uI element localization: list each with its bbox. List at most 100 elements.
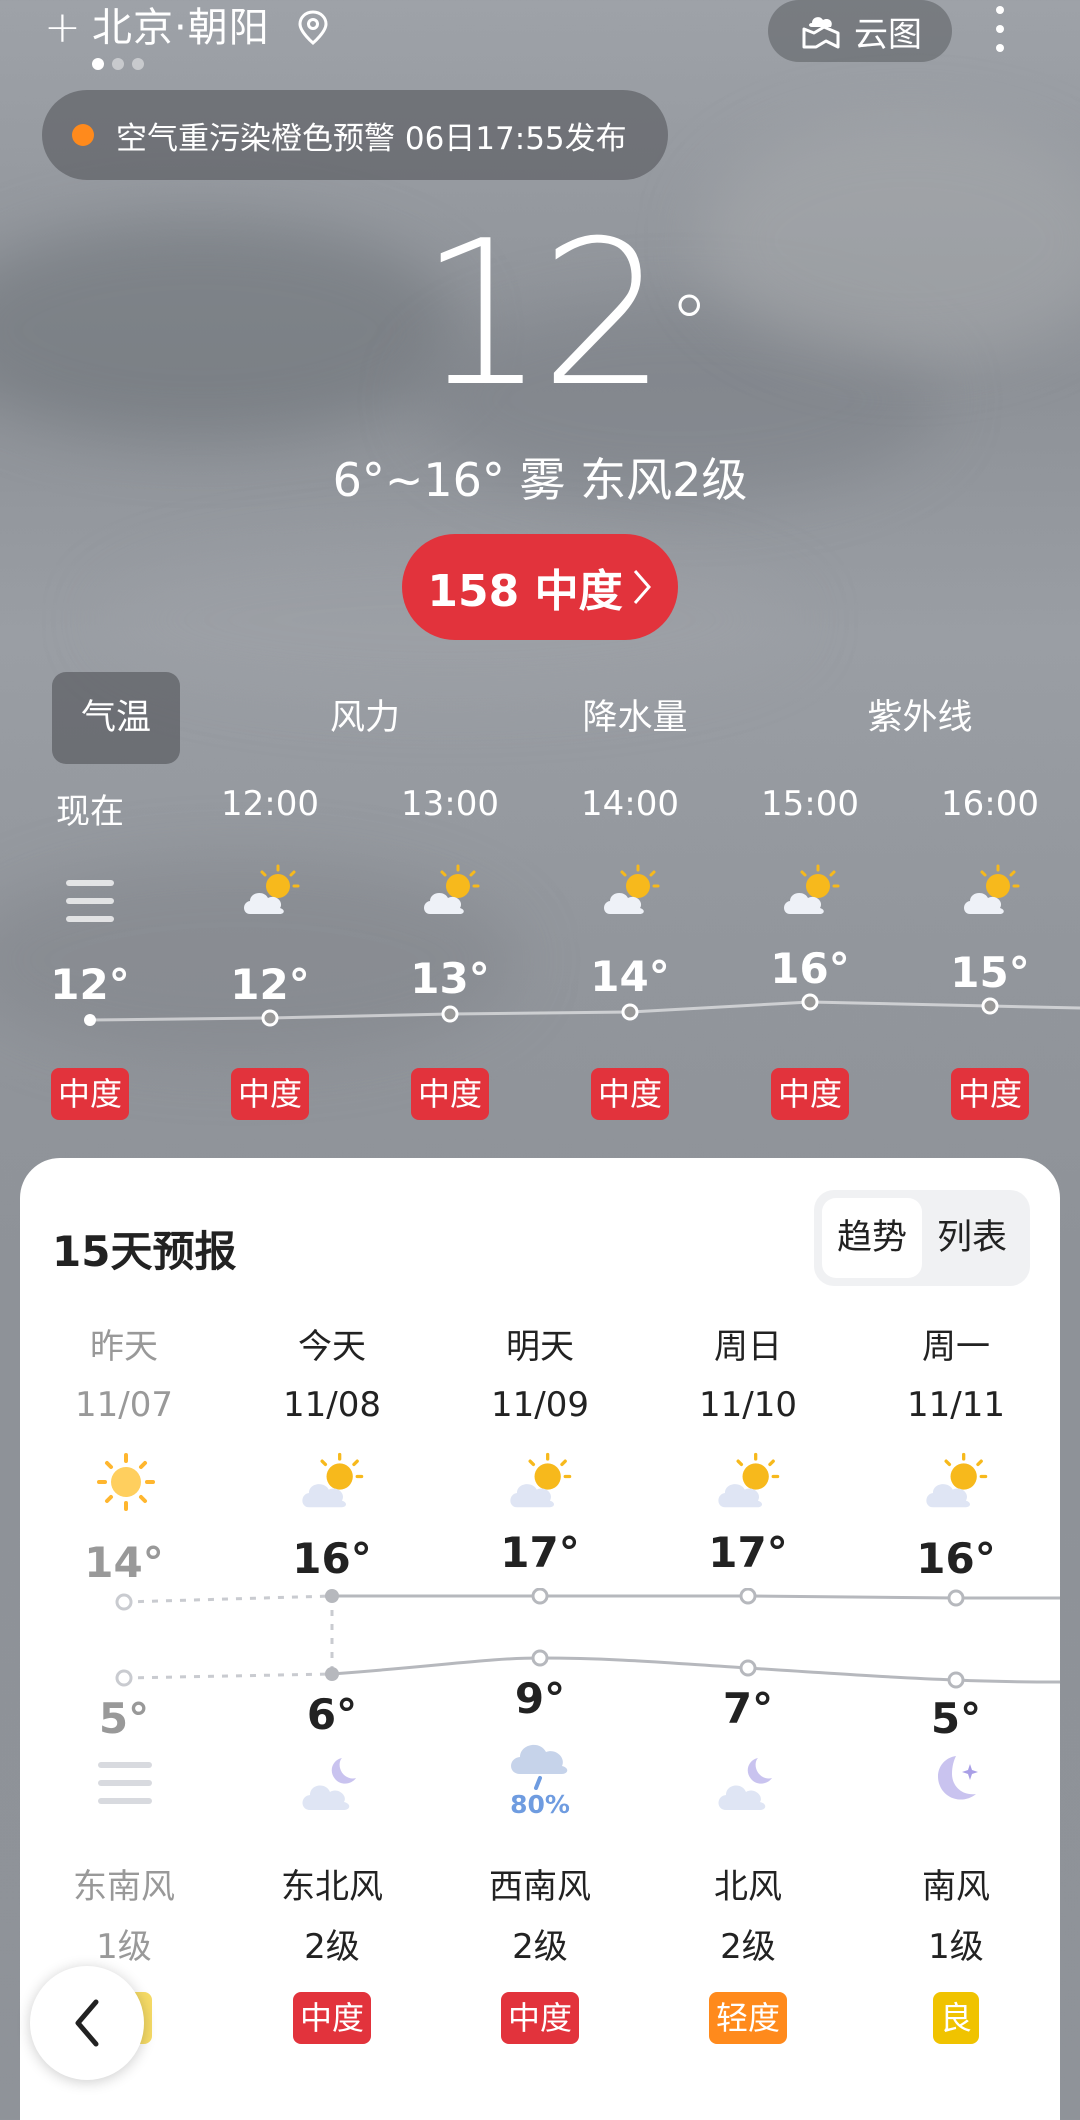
hour-time: 14:00	[581, 784, 679, 824]
cloud-map-icon	[802, 17, 840, 49]
hour-aqi-badge: 中度	[50, 1068, 129, 1120]
city-name[interactable]: 北京·朝阳	[92, 2, 270, 54]
fog-icon	[66, 880, 114, 922]
day-aqi-badge: 良	[932, 1992, 979, 2044]
hour-temp: 12°	[230, 960, 310, 1009]
day-date: 11/10	[699, 1385, 797, 1425]
wind-level: 2级	[304, 1927, 360, 1967]
hour-aqi-badge: 中度	[590, 1068, 669, 1120]
tab-uv[interactable]: 紫外线	[850, 672, 990, 764]
precip-probability: 80%	[510, 1790, 570, 1819]
day-date: 11/11	[907, 1385, 1005, 1425]
tab-precipitation[interactable]: 降水量	[560, 672, 710, 764]
hour-time: 12:00	[221, 784, 319, 824]
day-high-temp: 16°	[292, 1534, 372, 1583]
fog-icon	[98, 1762, 152, 1804]
hour-aqi-badge: 中度	[950, 1068, 1029, 1120]
rain-icon	[511, 1744, 568, 1790]
aqi-button[interactable]: 158 中度	[402, 534, 678, 640]
day-name: 今天	[298, 1327, 366, 1367]
view-toggle: 趋势 列表	[814, 1190, 1030, 1286]
partly-cloudy-icon	[302, 1452, 364, 1508]
partly-cloudy-icon	[604, 864, 660, 914]
hour-time: 现在	[56, 792, 124, 832]
day-name: 周日	[714, 1327, 782, 1367]
sunny-icon	[97, 1453, 155, 1511]
alert-text: 空气重污染橙色预警 06日17:55发布	[116, 120, 627, 157]
aqi-label: 158 中度	[427, 566, 623, 617]
day-name: 明天	[506, 1327, 574, 1367]
chevron-left-icon	[75, 1999, 99, 2047]
cloudy-night-icon	[302, 1758, 356, 1810]
day-aqi-badge: 中度	[500, 1992, 579, 2044]
hour-item: 14:00	[560, 784, 700, 824]
hour-item: 13:00	[380, 784, 520, 824]
day-column: 明天 11/09	[440, 1326, 640, 1426]
day-column: 周一 11/11	[856, 1326, 1056, 1426]
toggle-list[interactable]: 列表	[922, 1198, 1022, 1278]
forecast-card: 15天预报 趋势 列表 昨天 11/07 14° 5° 东南风 1级 今天 11…	[20, 1158, 1060, 2120]
hour-item: 16:00	[920, 784, 1060, 824]
hourly-tabs: 气温 风力 降水量 紫外线	[0, 672, 1080, 764]
tab-temperature[interactable]: 气温	[52, 672, 180, 764]
chevron-right-icon	[633, 570, 651, 604]
wind-direction: 南风	[922, 1867, 990, 1907]
hour-temp: 14°	[590, 952, 670, 1001]
add-city-button[interactable]: +	[44, 6, 81, 50]
hour-temp: 13°	[410, 954, 490, 1003]
day-column: 今天 11/08	[232, 1326, 432, 1426]
hour-item: 12:00	[200, 784, 340, 824]
hour-item: 15:00	[740, 784, 880, 824]
clear-night-icon	[937, 1756, 978, 1800]
wind-level: 2级	[720, 1927, 776, 1967]
day-name: 周一	[922, 1327, 990, 1367]
day-low-temp: 6°	[306, 1690, 358, 1739]
wind-level: 1级	[928, 1927, 984, 1967]
hour-temp: 16°	[770, 944, 850, 993]
day-date: 11/08	[283, 1385, 381, 1425]
partly-cloudy-icon	[784, 864, 840, 914]
day-low-temp: 5°	[930, 1694, 982, 1743]
top-bar: + 北京·朝阳 云图	[0, 0, 1080, 80]
cloud-map-button[interactable]: 云图	[768, 0, 952, 62]
hourly-temp-line	[84, 993, 1080, 1027]
hour-item: 现在	[20, 792, 160, 832]
hour-time: 15:00	[761, 784, 859, 824]
tab-wind[interactable]: 风力	[300, 672, 430, 764]
wind-level: 2级	[512, 1927, 568, 1967]
wind-level: 1级	[96, 1927, 152, 1967]
day-low-temp: 9°	[514, 1674, 566, 1723]
hour-time: 16:00	[941, 784, 1039, 824]
partly-cloudy-icon	[424, 864, 480, 914]
wind-direction: 东北风	[281, 1867, 383, 1907]
air-pollution-alert[interactable]: 空气重污染橙色预警 06日17:55发布	[42, 90, 668, 180]
day-aqi-badge: 中度	[292, 1992, 371, 2044]
wind-direction: 北风	[714, 1867, 782, 1907]
back-button[interactable]	[30, 1966, 144, 2080]
wind-direction: 东南风	[73, 1867, 175, 1907]
day-high-temp: 16°	[916, 1534, 996, 1583]
toggle-trend[interactable]: 趋势	[822, 1198, 922, 1278]
day-date: 11/09	[491, 1385, 589, 1425]
partly-cloudy-icon	[926, 1452, 988, 1508]
alert-dot-icon	[72, 124, 94, 146]
partly-cloudy-icon	[510, 1452, 572, 1508]
day-aqi-badge: 轻度	[708, 1992, 787, 2044]
hour-aqi-badge: 中度	[770, 1068, 849, 1120]
day-column: 周日 11/10	[648, 1326, 848, 1426]
location-pin-icon	[298, 10, 328, 45]
wind-direction: 西南风	[489, 1867, 591, 1907]
day-low-temp: 7°	[722, 1684, 774, 1733]
hour-aqi-badge: 中度	[410, 1068, 489, 1120]
day-high-temp: 17°	[708, 1528, 788, 1577]
day-name: 昨天	[90, 1327, 158, 1367]
weather-summary: 6°~16° 雾 东风2级	[332, 453, 748, 507]
partly-cloudy-icon	[718, 1452, 780, 1508]
hour-aqi-badge: 中度	[230, 1068, 309, 1120]
hour-temp: 12°	[50, 960, 130, 1009]
more-menu-button[interactable]	[990, 6, 1010, 52]
cloudy-night-icon	[718, 1758, 772, 1810]
hour-time: 13:00	[401, 784, 499, 824]
partly-cloudy-icon	[244, 864, 300, 914]
current-temperature: 12 °	[418, 198, 710, 431]
